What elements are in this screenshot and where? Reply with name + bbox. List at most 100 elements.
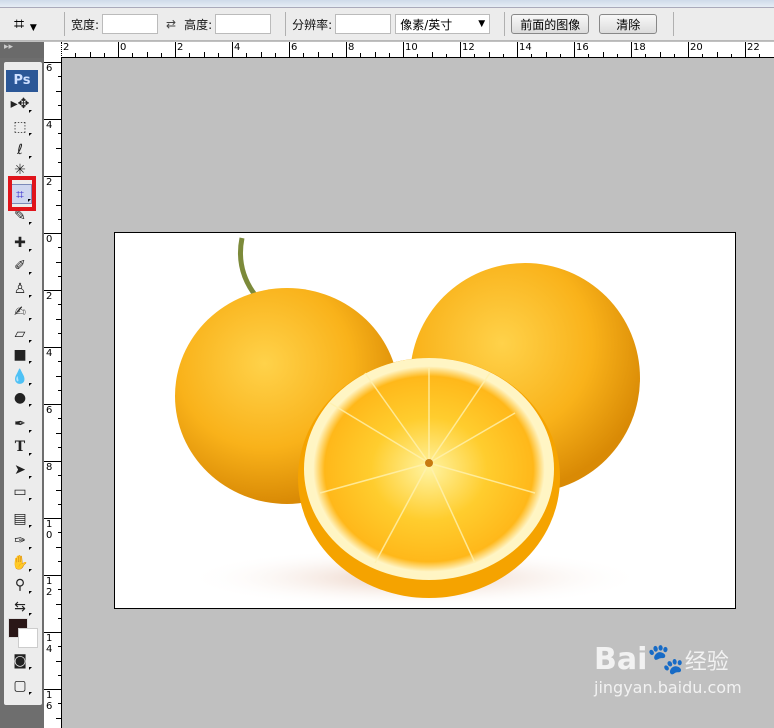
gradient-tool-icon[interactable]: ■ xyxy=(8,345,32,365)
marquee-tool-icon[interactable]: ⬚ xyxy=(8,117,32,137)
ruler-tick xyxy=(645,54,647,57)
ruler-tick xyxy=(58,475,61,477)
ruler-tick xyxy=(103,54,105,57)
ruler-tick xyxy=(118,42,119,57)
move-tool-icon[interactable]: ▸✥ xyxy=(8,94,32,114)
ruler-tick xyxy=(574,42,575,57)
ruler-tick xyxy=(189,54,191,57)
crop-tool-preset[interactable]: ⌗ ▼ xyxy=(14,14,58,35)
ruler-label: 14 xyxy=(46,633,53,655)
ruler-tick xyxy=(317,52,319,57)
ruler-tick xyxy=(588,54,590,57)
ruler-tick xyxy=(488,52,490,57)
ruler-tick xyxy=(716,52,718,57)
ruler-tick xyxy=(688,42,689,57)
ruler-tick xyxy=(58,361,61,363)
ruler-tick xyxy=(559,54,561,57)
ruler-label: 6 xyxy=(46,63,53,74)
ruler-label: 0 xyxy=(46,234,53,245)
ruler-tick xyxy=(659,52,661,57)
front-image-button[interactable]: 前面的图像 xyxy=(511,14,590,34)
ruler-tick xyxy=(274,54,276,57)
ruler-tick xyxy=(58,674,61,676)
hand-tool-icon[interactable]: ✋ xyxy=(8,553,32,573)
ruler-tick xyxy=(56,546,61,548)
screen-mode-icon[interactable]: ▢ xyxy=(8,676,32,696)
ruler-tick xyxy=(56,375,61,377)
resolution-input[interactable] xyxy=(335,14,392,34)
eraser-tool-icon[interactable]: ▱ xyxy=(8,324,32,344)
divider xyxy=(504,12,506,36)
ruler-tick xyxy=(56,717,61,719)
ruler-tick xyxy=(331,54,333,57)
ruler-label: 2 xyxy=(177,42,184,53)
clone-stamp-tool-icon[interactable]: ♙ xyxy=(8,279,32,299)
ruler-tick xyxy=(445,54,447,57)
oranges-photo xyxy=(175,237,645,608)
ruler-tick xyxy=(616,54,618,57)
ruler-label: 10 xyxy=(405,42,418,53)
height-input[interactable] xyxy=(215,14,272,34)
swap-icon[interactable]: ⇄ xyxy=(166,17,176,31)
paw-icon: 🐾 xyxy=(647,642,685,677)
ruler-label: 16 xyxy=(46,690,53,712)
vertical-ruler[interactable]: 6 4 2 0 2 4 6 8 10 12 14 16 xyxy=(44,58,62,728)
image-canvas[interactable] xyxy=(114,232,736,609)
ruler-label: 12 xyxy=(46,576,53,598)
divider xyxy=(64,12,65,36)
pen-tool-icon[interactable]: ✒ xyxy=(8,414,32,434)
ruler-tick xyxy=(160,54,162,57)
quick-mask-mode-icon[interactable]: ◙ xyxy=(8,651,32,671)
shape-tool-icon[interactable]: ▭ xyxy=(8,482,32,502)
clear-button[interactable]: 清除 xyxy=(599,14,658,34)
ruler-tick xyxy=(75,54,77,57)
ruler-label: 2 xyxy=(63,42,70,53)
ruler-tick xyxy=(58,589,61,591)
ruler-tick xyxy=(403,42,404,57)
watermark-brand: Bai xyxy=(594,642,648,677)
ruler-tick xyxy=(346,42,347,57)
lasso-tool-icon[interactable]: ℓ xyxy=(8,140,32,160)
blur-tool-icon[interactable]: 💧 xyxy=(8,367,32,387)
history-brush-tool-icon[interactable]: ✍ xyxy=(8,302,32,322)
baidu-watermark: Bai🐾经验 jingyan.baidu.com xyxy=(594,642,742,698)
ruler-tick xyxy=(58,247,61,249)
ruler-tick xyxy=(56,261,61,263)
ruler-tick xyxy=(58,389,61,391)
ruler-label: 0 xyxy=(120,42,127,53)
watermark-brand2: 经验 xyxy=(684,650,729,675)
ruler-tick xyxy=(602,52,604,57)
ps-logo[interactable]: Ps xyxy=(6,70,38,92)
brush-tool-icon[interactable]: ✐ xyxy=(8,256,32,276)
ruler-label: 12 xyxy=(462,42,475,53)
unit-select[interactable]: 像素/英寸 ▼ xyxy=(395,14,491,34)
swap-colors-icon[interactable]: ⇆ xyxy=(8,597,32,617)
ruler-label: 4 xyxy=(46,348,53,359)
dodge-tool-icon[interactable]: ● xyxy=(8,388,32,408)
ruler-label: 22 xyxy=(747,42,760,53)
path-selection-tool-icon[interactable]: ➤ xyxy=(8,460,32,480)
ruler-label: 2 xyxy=(46,177,53,188)
chevron-down-icon: ▼ xyxy=(478,19,486,29)
ruler-tick xyxy=(745,42,746,57)
height-label: 高度: xyxy=(184,17,213,32)
width-input[interactable] xyxy=(102,14,159,34)
eyedropper-tool-icon[interactable]: ✑ xyxy=(8,531,32,551)
ruler-tick xyxy=(517,42,518,57)
zoom-tool-icon[interactable]: ⚲ xyxy=(8,575,32,595)
ruler-tick xyxy=(175,42,176,57)
ruler-tick xyxy=(58,190,61,192)
background-color-swatch[interactable] xyxy=(18,628,38,648)
ruler-origin[interactable] xyxy=(44,42,62,58)
notes-tool-icon[interactable]: ▤ xyxy=(8,509,32,529)
text-tool-icon[interactable]: T xyxy=(8,437,32,457)
ruler-tick xyxy=(58,332,61,334)
panel-collapse-button[interactable]: ▸▸ xyxy=(0,42,44,58)
horizontal-ruler[interactable]: 2 0 2 4 6 8 10 12 14 16 18 20 22 xyxy=(62,42,774,58)
healing-brush-tool-icon[interactable]: ✚ xyxy=(8,233,32,253)
ruler-tick xyxy=(260,52,262,57)
menu-bar[interactable] xyxy=(0,0,774,8)
ruler-tick xyxy=(502,54,504,57)
ruler-label: 6 xyxy=(46,405,53,416)
ruler-tick xyxy=(58,532,61,534)
